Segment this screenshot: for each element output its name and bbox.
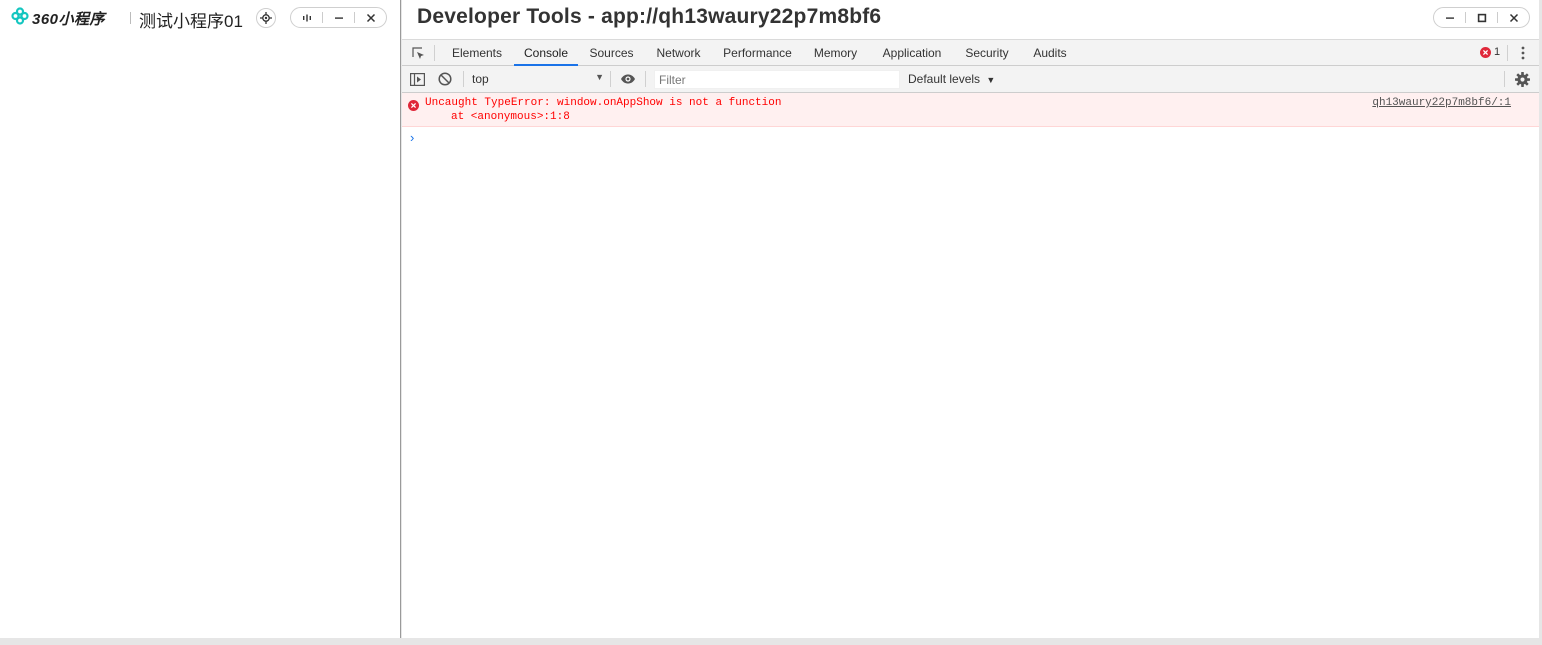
header-divider <box>130 12 131 24</box>
context-value: top <box>472 72 489 86</box>
more-options-button[interactable] <box>1515 45 1531 61</box>
console-error-message: Uncaught TypeError: window.onAppShow is … <box>402 93 1539 127</box>
clear-console-button[interactable] <box>437 71 453 87</box>
minimize-icon <box>334 16 343 19</box>
console-output[interactable]: Uncaught TypeError: window.onAppShow is … <box>402 93 1539 638</box>
more-icon <box>302 14 311 21</box>
log-levels-dropdown[interactable]: Default levels ▼ <box>908 72 995 86</box>
error-source-link[interactable]: qh13waury22p7m8bf6/:1 <box>1372 97 1511 109</box>
error-stack-trace: at <anonymous>:1:8 <box>451 111 570 123</box>
devtools-window: Developer Tools - app://qh13waury22p7m8b… <box>402 0 1539 638</box>
devtools-tabbar: Elements Console Sources Network Perform… <box>402 39 1539 66</box>
kebab-menu-icon <box>1521 46 1525 60</box>
log-levels-label: Default levels <box>908 72 981 86</box>
window-close-button[interactable] <box>1498 8 1529 27</box>
target-icon <box>260 12 272 24</box>
error-icon <box>408 98 419 116</box>
window-controls <box>1433 7 1530 28</box>
toolbar-divider <box>645 71 646 87</box>
minimize-icon <box>1445 16 1454 19</box>
tabbar-divider <box>434 45 435 61</box>
tab-audits[interactable]: Audits <box>1026 40 1074 66</box>
tab-elements[interactable]: Elements <box>446 40 508 66</box>
show-sidebar-button[interactable] <box>409 71 425 87</box>
inspect-element-button[interactable] <box>410 45 426 61</box>
tab-console[interactable]: Console <box>514 40 578 66</box>
more-button[interactable] <box>291 8 322 27</box>
close-icon <box>1509 13 1518 22</box>
error-count-text: 1 <box>1494 46 1501 58</box>
gear-icon <box>1514 71 1530 87</box>
tab-performance[interactable]: Performance <box>720 40 795 66</box>
console-settings-button[interactable] <box>1514 71 1530 87</box>
clear-icon <box>438 72 452 86</box>
dropdown-arrow-icon: ▼ <box>986 75 996 85</box>
tab-memory[interactable]: Memory <box>808 40 863 66</box>
close-button[interactable] <box>355 8 386 27</box>
logo-text: 360小程序 <box>32 10 106 28</box>
tab-security[interactable]: Security <box>960 40 1014 66</box>
error-counter[interactable]: 1 <box>1480 46 1500 58</box>
tab-sources[interactable]: Sources <box>584 40 639 66</box>
tab-application[interactable]: Application <box>877 40 947 66</box>
devtools-titlebar: Developer Tools - app://qh13waury22p7m8b… <box>402 0 1539 38</box>
toolbar-divider <box>610 71 611 87</box>
sidebar-icon <box>409 72 425 86</box>
maximize-icon <box>1477 13 1486 22</box>
eye-icon <box>621 74 635 84</box>
miniprogram-window: 360小程序 测试小程序01 <box>0 0 401 638</box>
dropdown-arrow-icon: ▼ <box>595 72 604 82</box>
tab-network[interactable]: Network <box>650 40 707 66</box>
devtools-title: Developer Tools - app://qh13waury22p7m8b… <box>417 5 882 28</box>
window-minimize-button[interactable] <box>1434 8 1465 27</box>
miniprogram-title: 测试小程序01 <box>139 12 243 31</box>
live-expression-button[interactable] <box>620 71 636 87</box>
context-select[interactable]: top ▼ <box>472 72 604 86</box>
logo: 360小程序 <box>11 6 106 30</box>
miniprogram-header: 360小程序 测试小程序01 <box>0 0 400 36</box>
toolbar-divider <box>1504 71 1505 87</box>
minimize-button[interactable] <box>323 8 354 27</box>
filter-input[interactable] <box>654 70 900 89</box>
console-prompt[interactable]: › <box>410 130 414 145</box>
logo-clover-icon <box>11 6 29 30</box>
target-button[interactable] <box>256 8 276 28</box>
console-toolbar: top ▼ Default levels ▼ <box>402 66 1539 93</box>
toolbar-divider <box>463 71 464 87</box>
window-maximize-button[interactable] <box>1466 8 1497 27</box>
inspect-icon <box>411 46 424 59</box>
error-icon <box>1480 46 1491 58</box>
close-icon <box>366 13 375 22</box>
capsule-menu <box>290 7 387 28</box>
error-text: Uncaught TypeError: window.onAppShow is … <box>425 97 782 109</box>
tabbar-divider <box>1507 45 1508 61</box>
